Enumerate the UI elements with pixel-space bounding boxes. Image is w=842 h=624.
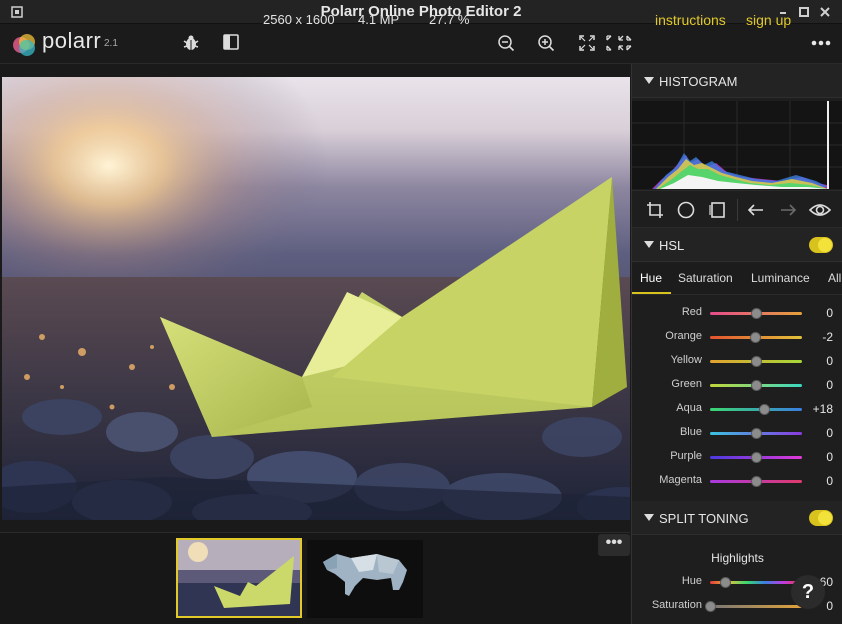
polarr-logo-icon [13, 34, 35, 56]
histogram-title: HISTOGRAM [659, 74, 738, 89]
slider-track[interactable] [710, 408, 802, 411]
slider-label: Orange [665, 330, 702, 342]
slider-label: Hue [681, 575, 702, 587]
slider-value[interactable]: 0 [826, 378, 833, 392]
redo-icon[interactable] [779, 201, 797, 219]
split-toning-title: SPLIT TONING [659, 511, 749, 526]
undo-icon[interactable] [747, 201, 765, 219]
slider-row-green: Green 0 [632, 373, 842, 397]
bug-icon[interactable] [182, 34, 200, 52]
sidebar-toggle-icon[interactable] [223, 34, 239, 50]
hsl-header[interactable]: HSL [632, 228, 842, 262]
slider-handle[interactable] [750, 476, 762, 487]
slider-row-red: Red 0 [632, 301, 842, 325]
active-tab-indicator [632, 292, 671, 294]
collapse-triangle-icon [644, 241, 654, 248]
slider-value[interactable]: 0 [826, 354, 833, 368]
rect-mask-icon[interactable] [709, 201, 727, 219]
zoom-level: 27.7 % [429, 12, 470, 27]
slider-handle[interactable] [750, 452, 762, 463]
polar-bear-thumbnail[interactable] [307, 540, 423, 618]
fullscreen-icon[interactable] [605, 34, 633, 52]
split-toning-header[interactable]: SPLIT TONING [632, 501, 842, 535]
image-resolution: 2560 x 1600 [263, 12, 335, 27]
slider-value[interactable]: 0 [826, 426, 833, 440]
slider-row-yellow: Yellow 0 [632, 349, 842, 373]
slider-row-blue: Blue 0 [632, 421, 842, 445]
slider-handle[interactable] [750, 308, 762, 319]
slider-track[interactable] [710, 605, 802, 608]
highlights-label: Highlights [711, 551, 764, 565]
tab-all[interactable]: All [828, 271, 841, 285]
slider-value[interactable]: 0 [826, 474, 833, 488]
maximize-icon[interactable] [797, 5, 811, 19]
tools-divider [737, 199, 738, 221]
slider-label: Red [681, 306, 702, 318]
tab-hue[interactable]: Hue [640, 271, 662, 285]
close-icon[interactable] [818, 5, 832, 19]
slider-value[interactable]: 0 [826, 450, 833, 464]
eye-icon[interactable] [809, 201, 831, 219]
slider-handle[interactable] [758, 404, 770, 415]
tab-luminance[interactable]: Luminance [751, 271, 810, 285]
slider-label: Yellow [670, 354, 702, 366]
zoom-in-icon[interactable] [537, 34, 555, 52]
slider-handle[interactable] [704, 601, 716, 612]
hsl-tabs: Hue Saturation Luminance All [632, 263, 842, 295]
slider-label: Blue [679, 426, 702, 438]
hsl-toggle[interactable] [809, 237, 833, 253]
slider-handle[interactable] [750, 428, 762, 439]
collapse-triangle-icon [644, 514, 654, 521]
slider-handle[interactable] [750, 380, 762, 391]
logo-text: polarr [42, 28, 102, 53]
slider-row-aqua: Aqua +18 [632, 397, 842, 421]
slider-row-magenta: Magenta 0 [632, 469, 842, 493]
slider-label: Saturation [651, 599, 702, 611]
slider-value[interactable]: 0 [826, 306, 833, 320]
sign-up-link[interactable]: sign up [746, 0, 791, 40]
histogram-header[interactable]: HISTOGRAM [632, 64, 842, 98]
tools-row [632, 190, 842, 228]
slider-handle[interactable] [720, 577, 732, 588]
slider-label: Purple [670, 450, 702, 462]
slider-label: Green [671, 378, 702, 390]
help-button[interactable]: ? [791, 575, 825, 609]
slider-handle[interactable] [749, 332, 761, 343]
split-toning-toggle[interactable] [809, 510, 833, 526]
slider-value[interactable]: 0 [826, 599, 833, 613]
slider-value[interactable]: -2 [822, 330, 833, 344]
filmstrip-more-button[interactable]: ••• [598, 534, 630, 556]
zoom-out-icon[interactable] [497, 34, 515, 52]
slider-handle[interactable] [750, 356, 762, 367]
collapse-triangle-icon [644, 77, 654, 84]
hsl-title: HSL [659, 238, 685, 253]
fit-screen-icon[interactable] [578, 34, 596, 52]
adjustments-panel: HISTOGRAM HSL Hue Saturation Luminance A… [631, 64, 842, 624]
tab-saturation[interactable]: Saturation [678, 271, 733, 285]
slider-row-purple: Purple 0 [632, 445, 842, 469]
main-photo-canvas[interactable] [2, 77, 630, 520]
slider-value[interactable]: +18 [813, 402, 833, 416]
slider-label: Magenta [659, 474, 702, 486]
more-icon[interactable] [811, 38, 831, 48]
instructions-link[interactable]: instructions [655, 0, 726, 40]
slider-row-orange: Orange -2 [632, 325, 842, 349]
circle-mask-icon[interactable] [677, 201, 695, 219]
logo-version: 2.1 [104, 38, 118, 49]
crop-icon[interactable] [646, 201, 664, 219]
histogram-graph [632, 101, 842, 189]
slider-label: Aqua [676, 402, 702, 414]
paper-boat-thumbnail[interactable] [176, 538, 302, 618]
image-megapixels: 4.1 MP [358, 12, 400, 27]
